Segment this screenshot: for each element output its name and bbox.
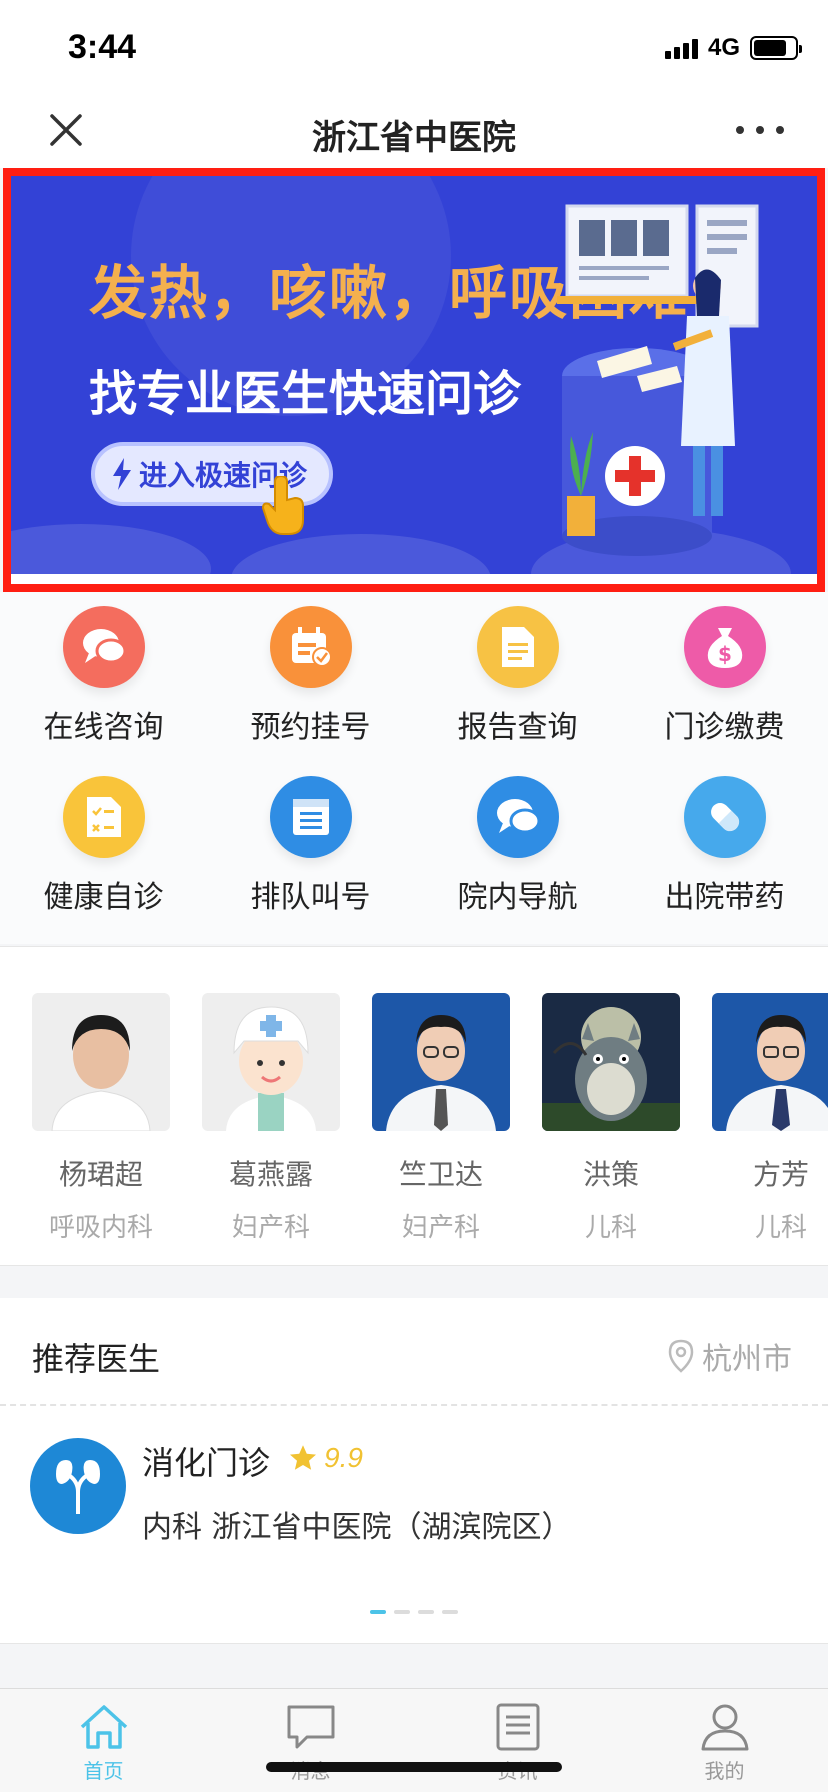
menu-discharge-medicine[interactable]: 出院带药 [621,776,828,916]
doctor-card[interactable]: 竺卫达 妇产科 [372,993,510,1244]
doctor-name: 杨珺超 [58,1158,143,1191]
clinic-avatar[interactable] [30,1438,126,1534]
doctor-card[interactable]: 洪策 儿科 [542,993,680,1244]
rating-score: 9.9 [324,1442,363,1473]
tab-home[interactable]: 首页 [0,1689,207,1792]
money-bag-icon: $ [683,606,766,688]
doctor-dept: 妇产科 [231,1213,310,1243]
banner-highlight: 发热，咳嗽，呼吸困难 找专业医生快速问诊 进入极速问诊 [3,168,825,592]
hand-pointer-icon [261,476,304,535]
checklist-icon [62,776,145,858]
doctor-photo [712,993,828,1131]
news-icon [496,1703,539,1751]
menu-outpatient-payment[interactable]: $ 门诊缴费 [621,606,828,746]
divider [0,1404,828,1406]
menu-queue-call[interactable]: 排队叫号 [207,776,414,916]
more-icon[interactable] [736,118,784,142]
calendar-check-icon [269,606,352,688]
clinic-name[interactable]: 消化门诊 [142,1438,270,1484]
menu-self-diagnosis[interactable]: 健康自诊 [0,776,207,916]
doctor-carousel: 杨珺超 呼吸内科 葛燕露 妇产科 竺卫达 妇产科 洪策 儿科 方芳 儿科 [0,946,828,1266]
doctor-card[interactable]: 方芳 儿科 [712,993,828,1244]
lightning-icon [113,458,131,490]
page-dot [418,1610,434,1614]
doctor-name: 竺卫达 [398,1158,483,1191]
service-menu: 在线咨询 预约挂号 报告查询 $ 门诊缴费 健康自诊 排队叫号 院内导航 出院带… [0,592,828,944]
tab-profile[interactable]: 我的 [621,1689,828,1792]
person-icon [701,1704,748,1751]
nav-bar: 浙江省中医院 [0,96,828,168]
tab-bar: 首页 消息 资讯 我的 [0,1688,828,1792]
document-icon [476,606,559,688]
clinic-info: 内科 浙江省中医院（湖滨院区） [142,1510,572,1545]
banner-subline: 找专业医生快速问诊 [89,366,522,422]
status-time: 3:44 [68,28,137,66]
page-dot [442,1610,458,1614]
doctor-photo [202,993,340,1131]
menu-label: 门诊缴费 [664,710,785,745]
recommended-section: 推荐医生 杭州市 消化门诊 9.9 内科 浙江省中医院（湖滨院区） [0,1298,828,1644]
status-indicators: 4G [664,34,802,62]
menu-hospital-navigation[interactable]: 院内导航 [414,776,621,916]
tab-news[interactable]: 资讯 [414,1689,621,1792]
menu-label: 报告查询 [457,710,578,745]
doctor-photo [32,993,170,1131]
chat-bubbles-icon [62,606,145,688]
doctor-name: 方芳 [752,1158,809,1191]
status-bar: 3:44 4G [0,0,828,96]
tab-label: 首页 [83,1759,124,1783]
menu-online-consult[interactable]: 在线咨询 [0,606,207,746]
menu-report-query[interactable]: 报告查询 [414,606,621,746]
doctor-photo [372,993,510,1131]
menu-label: 排队叫号 [250,880,371,915]
doctor-card[interactable]: 杨珺超 呼吸内科 [32,993,170,1244]
menu-appointment[interactable]: 预约挂号 [207,606,414,746]
doctor-dept: 儿科 [584,1213,637,1243]
battery-icon [750,36,802,60]
clinic-rating: 9.9 [288,1442,363,1474]
pill-icon [683,776,766,858]
doctor-dept: 妇产科 [401,1213,480,1243]
kidney-icon [56,1460,100,1514]
menu-label: 健康自诊 [43,880,164,915]
network-type: 4G [707,34,740,61]
doctor-name: 葛燕露 [228,1158,313,1191]
page-indicator [0,1610,828,1614]
promo-banner[interactable]: 发热，咳嗽，呼吸困难 找专业医生快速问诊 进入极速问诊 [11,176,817,574]
queue-list-icon [269,776,352,858]
city-selector[interactable]: 杭州市 [668,1334,792,1378]
chat-bubbles-icon [476,776,559,858]
signal-icon [664,37,698,59]
doctor-dept: 儿科 [754,1213,807,1243]
menu-label: 出院带药 [664,880,785,915]
menu-label: 在线咨询 [43,710,164,745]
doctor-name: 洪策 [582,1158,639,1191]
svg-text:$: $ [718,642,732,666]
star-icon [290,1445,316,1470]
message-icon [287,1705,334,1749]
menu-label: 院内导航 [457,880,578,915]
home-icon [80,1705,127,1749]
city-label: 杭州市 [702,1342,792,1377]
home-indicator[interactable] [266,1762,562,1772]
section-title: 推荐医生 [32,1340,161,1378]
page-dot [394,1610,410,1614]
menu-label: 预约挂号 [250,710,371,745]
page-title: 浙江省中医院 [312,118,516,158]
tab-label: 我的 [704,1759,745,1783]
doctor-illustration [557,204,759,556]
doctor-photo [542,993,680,1131]
tab-messages[interactable]: 消息 [207,1689,414,1792]
doctor-card[interactable]: 葛燕露 妇产科 [202,993,340,1244]
page-dot [370,1610,386,1614]
doctor-dept: 呼吸内科 [48,1213,153,1243]
location-pin-icon [668,1339,694,1373]
